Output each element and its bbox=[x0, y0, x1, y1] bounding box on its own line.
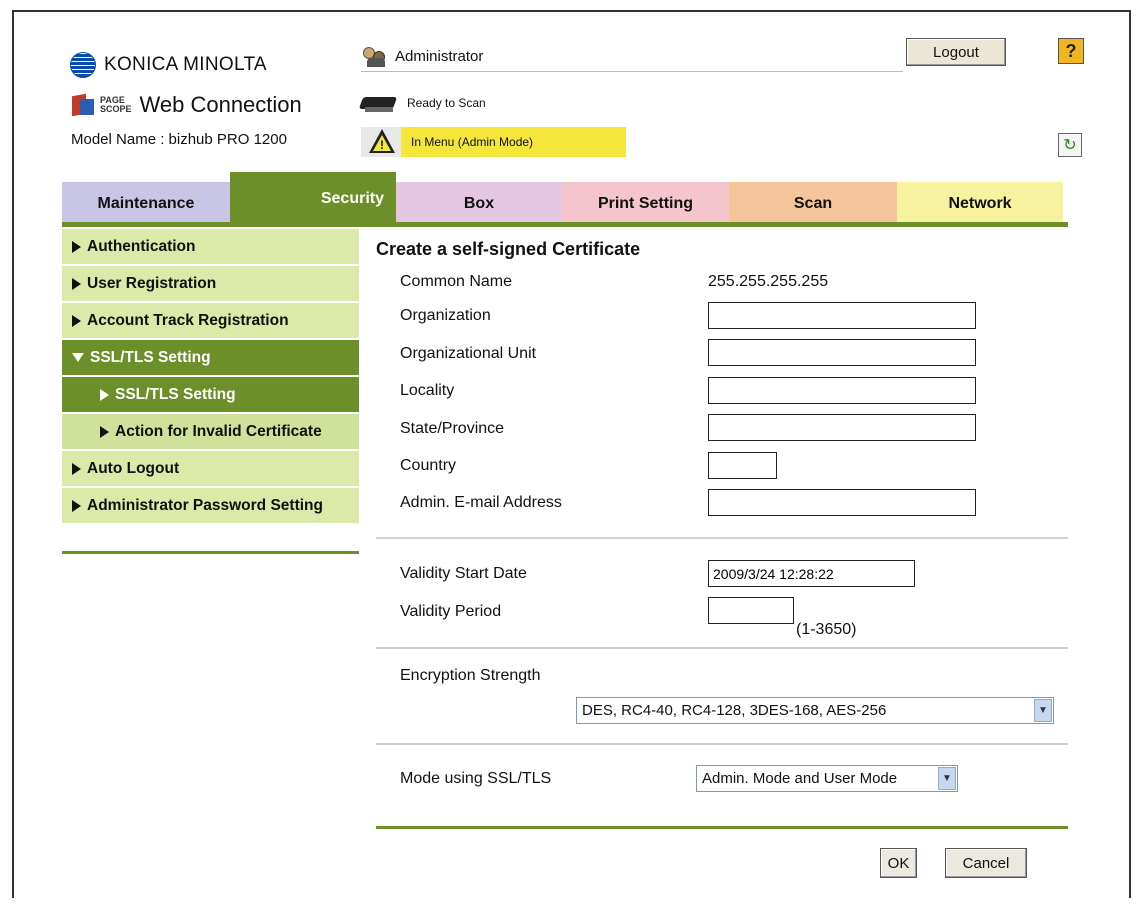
logout-button[interactable]: Logout bbox=[906, 38, 1006, 66]
arrow-right-icon bbox=[72, 240, 81, 253]
pagescope-logo: PAGE SCOPE Web Connection bbox=[72, 92, 302, 118]
tab-box[interactable]: Box bbox=[396, 182, 562, 226]
sidebar-subitem-action-invalid-certificate[interactable]: Action for Invalid Certificate bbox=[62, 414, 359, 451]
tab-security[interactable]: Security bbox=[230, 172, 396, 226]
ok-button[interactable]: OK bbox=[880, 848, 917, 878]
pagescope-icon bbox=[72, 93, 96, 117]
period-input[interactable] bbox=[708, 597, 794, 624]
arrow-right-icon bbox=[72, 499, 81, 512]
start-date-label: Validity Start Date bbox=[400, 565, 527, 582]
encryption-selected-value: DES, RC4-40, RC4-128, 3DES-168, AES-256 bbox=[582, 702, 887, 719]
konica-minolta-logo: KONICA MINOLTA bbox=[70, 52, 267, 78]
email-input[interactable] bbox=[708, 489, 976, 516]
sidebar-item-account-track-registration[interactable]: Account Track Registration bbox=[62, 303, 359, 340]
konica-globe-icon bbox=[70, 52, 96, 78]
period-range-hint: (1-3650) bbox=[796, 621, 857, 638]
organization-input[interactable] bbox=[708, 302, 976, 329]
device-status: Ready to Scan bbox=[358, 93, 486, 113]
device-status-label: Ready to Scan bbox=[407, 96, 486, 110]
arrow-right-icon bbox=[72, 277, 81, 290]
cancel-button[interactable]: Cancel bbox=[945, 848, 1027, 878]
mode-status: ! In Menu (Admin Mode) bbox=[361, 127, 626, 157]
locality-label: Locality bbox=[400, 382, 455, 399]
encryption-select[interactable]: DES, RC4-40, RC4-128, 3DES-168, AES-256 … bbox=[576, 697, 1054, 724]
mode-selected-value: Admin. Mode and User Mode bbox=[702, 770, 898, 787]
user-label: Administrator bbox=[395, 48, 484, 65]
chevron-down-icon[interactable]: ▼ bbox=[1034, 699, 1052, 722]
mode-status-label: In Menu (Admin Mode) bbox=[411, 135, 534, 149]
warning-icon: ! bbox=[361, 127, 401, 157]
tab-print-setting[interactable]: Print Setting bbox=[562, 182, 729, 226]
section-divider bbox=[376, 647, 1068, 649]
encryption-label: Encryption Strength bbox=[400, 667, 541, 684]
chevron-down-icon[interactable]: ▼ bbox=[938, 767, 956, 790]
user-bar: Administrator bbox=[361, 42, 903, 72]
arrow-right-icon bbox=[100, 425, 109, 438]
tab-underline bbox=[62, 222, 1068, 227]
period-label: Validity Period bbox=[400, 603, 502, 620]
administrator-icon bbox=[361, 46, 389, 68]
locality-input[interactable] bbox=[708, 377, 976, 404]
section-divider bbox=[376, 537, 1068, 539]
tab-scan[interactable]: Scan bbox=[729, 182, 897, 226]
sidebar-bottom-rule bbox=[62, 551, 359, 554]
main-tabs: Maintenance Security Box Print Setting S… bbox=[62, 172, 1063, 226]
state-input[interactable] bbox=[708, 414, 976, 441]
form-bottom-rule bbox=[376, 826, 1068, 829]
organization-label: Organization bbox=[400, 307, 491, 324]
sidebar-item-authentication[interactable]: Authentication bbox=[62, 229, 359, 266]
country-label: Country bbox=[400, 457, 457, 474]
sidebar-item-admin-password[interactable]: Administrator Password Setting bbox=[62, 488, 359, 525]
org-unit-input[interactable] bbox=[708, 339, 976, 366]
email-label: Admin. E-mail Address bbox=[400, 494, 562, 511]
org-unit-label: Organizational Unit bbox=[400, 345, 537, 362]
arrow-right-icon bbox=[72, 314, 81, 327]
common-name-label: Common Name bbox=[400, 273, 513, 290]
common-name-value: 255.255.255.255 bbox=[708, 273, 829, 290]
product-title: Web Connection bbox=[139, 92, 302, 117]
sidebar-subitem-ssl-tls-setting[interactable]: SSL/TLS Setting bbox=[62, 377, 359, 414]
sidebar-item-user-registration[interactable]: User Registration bbox=[62, 266, 359, 303]
start-date-input[interactable] bbox=[708, 560, 915, 587]
arrow-right-icon bbox=[100, 388, 109, 401]
sidebar: Authentication User Registration Account… bbox=[62, 229, 359, 525]
sidebar-item-auto-logout[interactable]: Auto Logout bbox=[62, 451, 359, 488]
model-name: Model Name : bizhub PRO 1200 bbox=[71, 131, 287, 148]
tab-network[interactable]: Network bbox=[897, 182, 1063, 226]
help-icon[interactable]: ? bbox=[1058, 38, 1084, 64]
tab-maintenance[interactable]: Maintenance bbox=[62, 182, 230, 226]
refresh-icon[interactable]: ↻ bbox=[1058, 133, 1082, 157]
scanner-icon bbox=[358, 93, 398, 113]
brand-name: KONICA MINOLTA bbox=[104, 54, 267, 75]
sidebar-item-ssl-tls-setting[interactable]: SSL/TLS Setting bbox=[62, 340, 359, 377]
arrow-right-icon bbox=[72, 462, 81, 475]
country-input[interactable] bbox=[708, 452, 777, 479]
arrow-down-icon bbox=[72, 353, 84, 362]
pagescope-small-bottom: SCOPE bbox=[100, 104, 132, 114]
mode-select[interactable]: Admin. Mode and User Mode ▼ bbox=[696, 765, 958, 792]
state-label: State/Province bbox=[400, 420, 505, 437]
mode-label: Mode using SSL/TLS bbox=[400, 770, 552, 787]
section-divider bbox=[376, 743, 1068, 745]
page-title: Create a self-signed Certificate bbox=[376, 239, 641, 259]
